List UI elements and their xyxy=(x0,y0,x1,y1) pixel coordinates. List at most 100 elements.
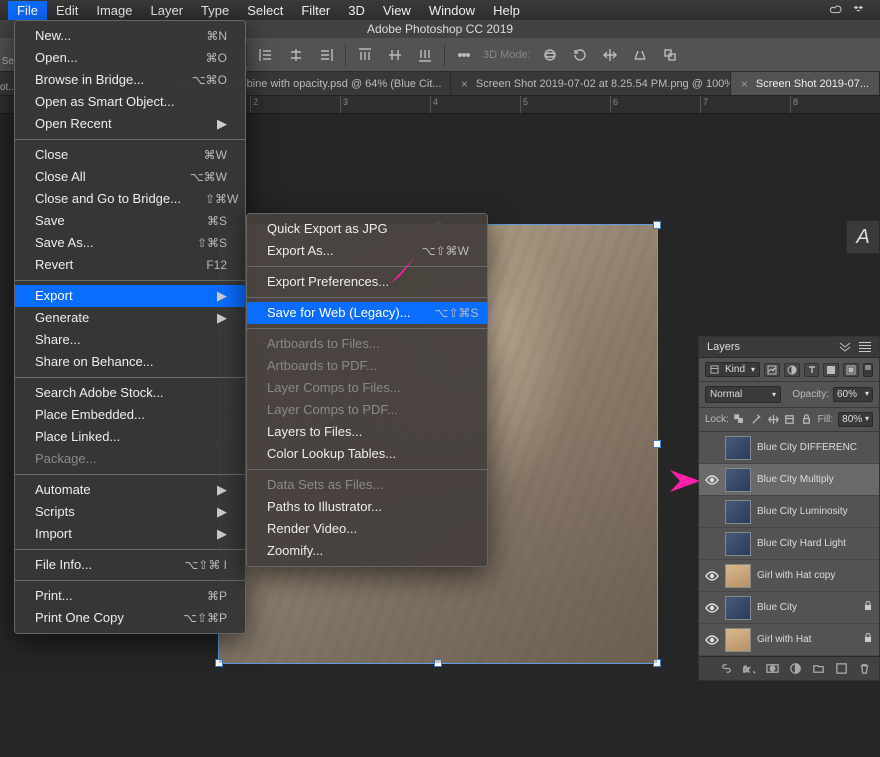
3d-scale-icon[interactable] xyxy=(659,44,681,66)
collapse-icon[interactable] xyxy=(839,342,851,352)
menu-item[interactable]: Save for Web (Legacy)...⌥⇧⌘S xyxy=(247,302,487,324)
menu-layer[interactable]: Layer xyxy=(142,1,193,20)
menu-item[interactable]: New...⌘N xyxy=(15,25,245,47)
menu-item[interactable]: Quick Export as JPG xyxy=(247,218,487,240)
filter-pixel-icon[interactable] xyxy=(764,363,780,377)
transform-handle[interactable] xyxy=(434,659,442,667)
type-tool-panel-icon[interactable]: A xyxy=(846,220,880,254)
menu-item[interactable]: Generate▶ xyxy=(15,307,245,329)
menu-item[interactable]: Print One Copy⌥⇧⌘P xyxy=(15,607,245,629)
layer-row[interactable]: Blue City DIFFERENCE xyxy=(699,432,879,464)
menu-item[interactable]: Open Recent▶ xyxy=(15,113,245,135)
more-options-icon[interactable] xyxy=(453,44,475,66)
3d-pan-icon[interactable] xyxy=(599,44,621,66)
align-bottom-icon[interactable] xyxy=(414,44,436,66)
menu-item[interactable]: Open...⌘O xyxy=(15,47,245,69)
menu-item[interactable]: Paths to Illustrator... xyxy=(247,496,487,518)
align-top-icon[interactable] xyxy=(354,44,376,66)
menu-item[interactable]: Close⌘W xyxy=(15,144,245,166)
menu-item[interactable]: File Info...⌥⇧⌘ I xyxy=(15,554,245,576)
menu-file[interactable]: File xyxy=(8,1,47,20)
transform-handle[interactable] xyxy=(215,659,223,667)
filter-type-icon[interactable] xyxy=(804,363,820,377)
layer-row[interactable]: Blue City Luminosity xyxy=(699,496,879,528)
lock-all-icon[interactable] xyxy=(801,413,813,427)
menu-item[interactable]: Open as Smart Object... xyxy=(15,91,245,113)
layer-row[interactable]: Girl with Hat copy xyxy=(699,560,879,592)
group-icon[interactable] xyxy=(812,662,825,675)
menu-item[interactable]: Scripts▶ xyxy=(15,501,245,523)
lock-transparency-icon[interactable] xyxy=(734,413,746,427)
menu-filter[interactable]: Filter xyxy=(292,1,339,20)
menu-item[interactable]: Export▶ xyxy=(15,285,245,307)
visibility-toggle[interactable] xyxy=(705,635,719,645)
menu-image[interactable]: Image xyxy=(87,1,141,20)
menu-item[interactable]: Export Preferences... xyxy=(247,271,487,293)
lock-pixels-icon[interactable] xyxy=(751,413,763,427)
menu-item[interactable]: Automate▶ xyxy=(15,479,245,501)
menu-item[interactable]: Save As...⇧⌘S xyxy=(15,232,245,254)
menu-edit[interactable]: Edit xyxy=(47,1,87,20)
panel-menu-icon[interactable] xyxy=(859,342,871,352)
menu-item[interactable]: Share on Behance... xyxy=(15,351,245,373)
blend-mode-select[interactable]: Normal▾ xyxy=(705,386,781,403)
filter-adjustment-icon[interactable] xyxy=(784,363,800,377)
transform-handle[interactable] xyxy=(653,440,661,448)
layer-kind-filter[interactable]: Kind ▾ xyxy=(705,362,760,377)
layer-row[interactable]: Blue City xyxy=(699,592,879,624)
close-tab-icon[interactable]: × xyxy=(741,77,748,91)
layer-row[interactable]: Girl with Hat xyxy=(699,624,879,656)
layer-row[interactable]: Blue City Multiply xyxy=(699,464,879,496)
3d-roll-icon[interactable] xyxy=(569,44,591,66)
fill-value-input[interactable]: 80%▾ xyxy=(838,412,873,427)
layer-fx-icon[interactable]: fx xyxy=(743,662,756,675)
menu-item[interactable]: Save⌘S xyxy=(15,210,245,232)
menu-item[interactable]: Zoomify... xyxy=(247,540,487,562)
align-center-h-icon[interactable] xyxy=(285,44,307,66)
layer-name[interactable]: Girl with Hat copy xyxy=(757,570,857,581)
adjustment-layer-icon[interactable] xyxy=(789,662,802,675)
close-tab-icon[interactable]: × xyxy=(461,77,468,91)
lock-position-icon[interactable] xyxy=(767,413,779,427)
menu-item[interactable]: Close and Go to Bridge...⇧⌘W xyxy=(15,188,245,210)
delete-layer-icon[interactable] xyxy=(858,662,871,675)
layer-name[interactable]: Blue City xyxy=(757,602,857,613)
layer-name[interactable]: Blue City DIFFERENCE xyxy=(757,442,857,453)
menu-item[interactable]: Color Lookup Tables... xyxy=(247,443,487,465)
layer-row[interactable]: Blue City Hard Light xyxy=(699,528,879,560)
menu-item[interactable]: Search Adobe Stock... xyxy=(15,382,245,404)
align-right-icon[interactable] xyxy=(315,44,337,66)
visibility-toggle[interactable] xyxy=(705,571,719,581)
filter-toggle[interactable] xyxy=(863,363,873,377)
menu-item[interactable]: Share... xyxy=(15,329,245,351)
link-layers-icon[interactable] xyxy=(720,662,733,675)
menu-item[interactable]: Print...⌘P xyxy=(15,585,245,607)
document-tab[interactable]: ×Screen Shot 2019-07-02 at 8.25.54 PM.pn… xyxy=(451,72,731,95)
opacity-value-input[interactable]: 60%▾ xyxy=(833,387,873,402)
filter-shape-icon[interactable] xyxy=(823,363,839,377)
menu-type[interactable]: Type xyxy=(192,1,238,20)
menu-item[interactable]: Layers to Files... xyxy=(247,421,487,443)
menu-item[interactable]: Render Video... xyxy=(247,518,487,540)
menu-item[interactable]: Place Embedded... xyxy=(15,404,245,426)
filter-smart-icon[interactable] xyxy=(843,363,859,377)
menu-item[interactable]: RevertF12 xyxy=(15,254,245,276)
menu-item[interactable]: Close All⌥⌘W xyxy=(15,166,245,188)
3d-orbit-icon[interactable] xyxy=(539,44,561,66)
transform-handle[interactable] xyxy=(653,659,661,667)
layer-mask-icon[interactable] xyxy=(766,662,779,675)
menu-item[interactable]: Export As...⌥⇧⌘W xyxy=(247,240,487,262)
transform-handle[interactable] xyxy=(653,221,661,229)
document-tab[interactable]: ×Screen Shot 2019-07... xyxy=(731,72,880,95)
menu-window[interactable]: Window xyxy=(420,1,484,20)
align-center-v-icon[interactable] xyxy=(384,44,406,66)
menu-item[interactable]: Place Linked... xyxy=(15,426,245,448)
menu-item[interactable]: Import▶ xyxy=(15,523,245,545)
menu-item[interactable]: Browse in Bridge...⌥⌘O xyxy=(15,69,245,91)
lock-artboard-icon[interactable] xyxy=(784,413,796,427)
menu-view[interactable]: View xyxy=(374,1,420,20)
menu-select[interactable]: Select xyxy=(238,1,292,20)
align-left-icon[interactable] xyxy=(255,44,277,66)
visibility-toggle[interactable] xyxy=(705,603,719,613)
new-layer-icon[interactable] xyxy=(835,662,848,675)
